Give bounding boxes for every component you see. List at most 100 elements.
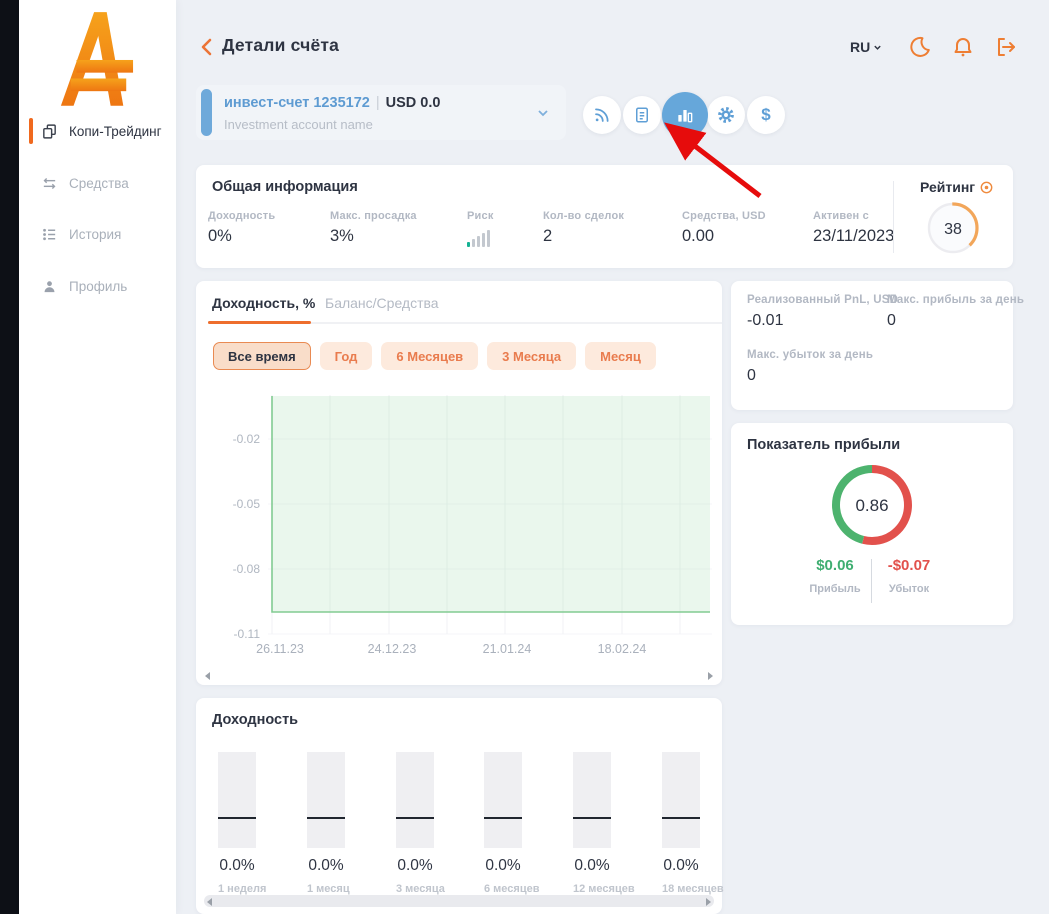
theme-toggle-moon-icon[interactable]: [908, 35, 932, 59]
transfer-icon: [41, 175, 58, 192]
loss-column: -$0.07 Убыток: [864, 557, 954, 595]
returns-card: Доходность 0.0% 1 неделя 0.0% 1 месяц 0.…: [196, 698, 722, 914]
account-selector[interactable]: инвест-счет 1235172|USD 0.0 Investment a…: [196, 85, 566, 140]
report-button[interactable]: [623, 96, 661, 134]
overview-title: Общая информация: [212, 179, 358, 195]
chevron-down-icon[interactable]: [536, 106, 550, 120]
scroll-left-icon[interactable]: [205, 672, 210, 680]
language-label: RU: [850, 39, 870, 55]
sidebar-item-label: Копи-Трейдинг: [69, 124, 162, 139]
stat-trades-count: Кол-во сделок 2: [543, 210, 624, 246]
rating-label: Рейтинг: [920, 179, 993, 195]
rss-button[interactable]: [583, 96, 621, 134]
return-bar-1w: 0.0% 1 неделя: [218, 752, 256, 895]
notifications-bell-icon[interactable]: [951, 35, 975, 59]
chart-horizontal-scrollbar[interactable]: [202, 669, 716, 681]
chevron-down-icon: [873, 43, 882, 52]
tabs: Доходность, % Баланс/Средства: [196, 281, 722, 324]
page-title: Детали счёта: [222, 35, 339, 56]
performance-card: Доходность, % Баланс/Средства Все время …: [196, 281, 722, 685]
return-bar-6m: 0.0% 6 месяцев: [484, 752, 522, 895]
dollar-icon: $: [761, 105, 770, 125]
info-icon[interactable]: [980, 181, 993, 194]
active-indicator: [29, 118, 33, 144]
sidebar-item-label: История: [69, 227, 121, 242]
scroll-right-icon[interactable]: [706, 898, 711, 906]
gear-icon: [717, 106, 735, 124]
svg-text:-0.08: -0.08: [233, 562, 261, 576]
back-button[interactable]: [198, 36, 216, 58]
list-icon: [41, 226, 58, 243]
stat-risk: Риск: [467, 210, 494, 247]
stat-funds: Средства, USD 0.00: [682, 210, 766, 246]
sidebar: Копи-Трейдинг Средства История Профиль: [19, 0, 176, 914]
svg-text:26.11.23: 26.11.23: [256, 642, 304, 656]
divider: [893, 181, 894, 253]
bar: [218, 752, 256, 848]
return-bar-18m: 0.0% 18 месяцев: [662, 752, 700, 895]
returns-title: Доходность: [212, 712, 298, 728]
sidebar-item-profile[interactable]: Профиль: [19, 271, 176, 301]
language-selector[interactable]: RU: [850, 39, 882, 55]
sidebar-item-funds[interactable]: Средства: [19, 168, 176, 198]
filter-all-time[interactable]: Все время: [213, 342, 311, 370]
bar-chart-icon: [675, 105, 695, 125]
app-logo: [57, 12, 135, 106]
rating-gauge: 38: [926, 201, 980, 255]
max-daily-profit: Макс. прибыль за день 0: [887, 294, 1024, 330]
payments-button[interactable]: $: [747, 96, 785, 134]
profit-loss-donut: 0.86: [824, 457, 920, 553]
filter-year[interactable]: Год: [320, 342, 373, 370]
sidebar-item-history[interactable]: История: [19, 219, 176, 249]
realized-pnl: Реализованный PnL, USD -0.01: [747, 294, 898, 330]
sidebar-item-copy-trading[interactable]: Копи-Трейдинг: [19, 116, 176, 146]
return-bar-12m: 0.0% 12 месяцев: [573, 752, 611, 895]
max-daily-loss: Макс. убыток за день 0: [747, 349, 873, 385]
profit-indicator-title: Показатель прибыли: [747, 437, 900, 453]
statistics-button[interactable]: [662, 92, 708, 138]
filter-6-months[interactable]: 6 Месяцев: [381, 342, 478, 370]
account-subtitle: Investment account name: [224, 117, 373, 132]
copy-icon: [41, 123, 58, 140]
area-fill: [272, 396, 710, 612]
return-bar-1m: 0.0% 1 месяц: [307, 752, 345, 895]
svg-text:-0.05: -0.05: [233, 497, 261, 511]
svg-text:-0.11: -0.11: [234, 627, 261, 641]
filter-month[interactable]: Месяц: [585, 342, 656, 370]
rating-value: 38: [944, 221, 962, 238]
pnl-card: Реализованный PnL, USD -0.01 Макс. прибы…: [731, 281, 1013, 410]
stat-max-drawdown: Макс. просадка 3%: [330, 210, 417, 246]
stat-return: Доходность 0%: [208, 210, 275, 246]
svg-text:-0.02: -0.02: [233, 432, 261, 446]
account-action-buttons: $: [583, 92, 787, 138]
sidebar-item-label: Средства: [69, 176, 129, 191]
user-icon: [41, 278, 58, 295]
sidebar-item-label: Профиль: [69, 279, 127, 294]
account-color-pill: [201, 89, 212, 136]
logout-icon[interactable]: [994, 35, 1018, 59]
zero-line: [218, 817, 256, 819]
scroll-right-icon[interactable]: [708, 672, 713, 680]
scroll-left-icon[interactable]: [207, 898, 212, 906]
profit-ratio: 0.86: [855, 496, 888, 515]
left-edge-strip: [0, 0, 19, 914]
svg-text:21.01.24: 21.01.24: [483, 642, 532, 656]
main-content: Детали счёта RU инвест-счет 1235172|USD …: [176, 0, 1049, 914]
filter-3-months[interactable]: 3 Месяца: [487, 342, 576, 370]
active-tab-underline: [208, 321, 311, 324]
overview-card: Общая информация Доходность 0% Макс. про…: [196, 165, 1013, 268]
account-name: инвест-счет 1235172: [224, 95, 370, 111]
svg-text:24.12.23: 24.12.23: [368, 642, 417, 656]
signal-bars-icon: [467, 229, 494, 247]
profit-indicator-card: Показатель прибыли 0.86 $0.06 Прибыль -$…: [731, 423, 1013, 625]
account-balance: USD 0.0: [386, 95, 441, 111]
separator: |: [370, 95, 386, 111]
period-filters: Все время Год 6 Месяцев 3 Месяца Месяц: [213, 342, 656, 370]
settings-button[interactable]: [707, 96, 745, 134]
document-icon: [633, 106, 651, 124]
rss-icon: [593, 106, 611, 124]
stat-active-since: Активен с 23/11/2023: [813, 210, 894, 246]
returns-horizontal-scrollbar[interactable]: [204, 895, 714, 907]
tab-balance-funds[interactable]: Баланс/Средства: [325, 295, 439, 311]
tab-return-percent[interactable]: Доходность, %: [212, 295, 315, 311]
